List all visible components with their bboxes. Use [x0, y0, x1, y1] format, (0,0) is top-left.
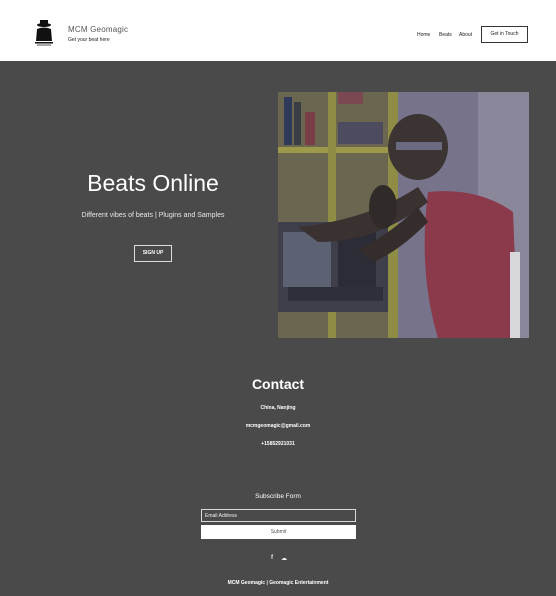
hero-subtitle: Different vibes of beats | Plugins and S…	[81, 212, 225, 219]
facebook-icon[interactable]: f	[271, 555, 273, 561]
page: MCM Geomagic Get your beat here Home Bea…	[0, 0, 556, 596]
nav-beats[interactable]: Beats	[439, 32, 452, 38]
get-in-touch-button[interactable]: Get in Touch	[481, 26, 528, 43]
producer-photo-illustration	[278, 92, 529, 338]
brand-name[interactable]: MCM Geomagic	[68, 25, 128, 34]
sign-up-button[interactable]: SIGN UP	[134, 245, 172, 262]
hero-title: Beats Online	[87, 170, 219, 196]
footer-text: MCM Geomagic | Geomagic Entertainment	[227, 580, 329, 586]
brand-tagline: Get your beat here	[68, 37, 110, 43]
contact-address: China, Nanjing	[260, 405, 296, 411]
nav-about[interactable]: About	[459, 32, 472, 38]
hat-man-logo-icon[interactable]	[32, 19, 56, 47]
soundcloud-icon[interactable]: ☁	[281, 555, 287, 562]
email-address-input[interactable]	[201, 509, 356, 522]
nav-home[interactable]: Home	[417, 32, 430, 38]
site-header: MCM Geomagic Get your beat here Home Bea…	[0, 0, 556, 61]
contact-phone[interactable]: +15852921031	[0, 441, 556, 447]
contact-title: Contact	[251, 376, 305, 392]
submit-button[interactable]: Submit	[201, 525, 356, 539]
subscribe-form-title: Subscribe Form	[255, 493, 301, 500]
hero-photo	[278, 92, 529, 338]
contact-email[interactable]: mcmgeomagic@gmail.com	[0, 423, 556, 429]
